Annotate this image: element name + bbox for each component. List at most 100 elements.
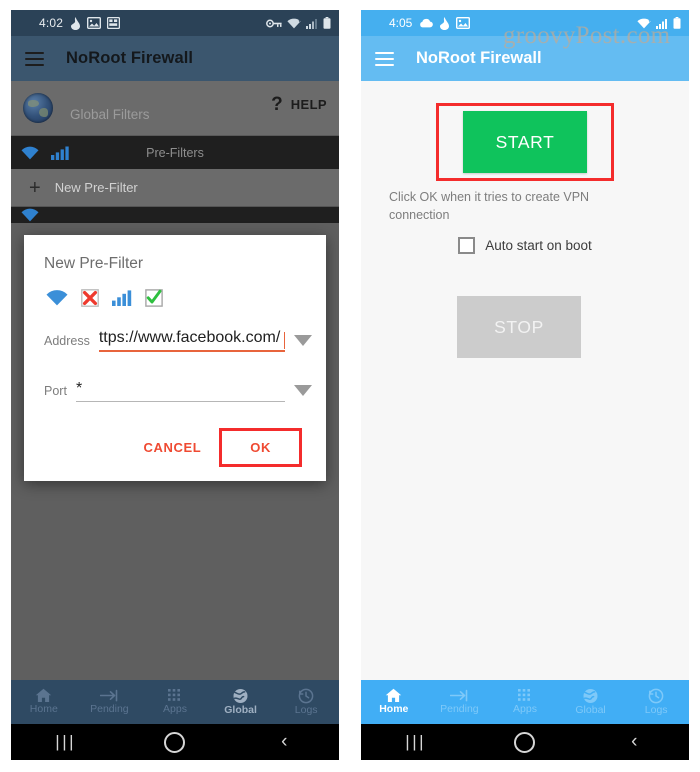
nav-label-pending: Pending xyxy=(440,703,479,716)
app-bar: NoRoot Firewall xyxy=(11,36,339,81)
status-right-icons xyxy=(266,17,331,29)
nav-item-logs[interactable]: Logs xyxy=(623,688,689,717)
home-button[interactable] xyxy=(470,731,579,753)
nav-label-global: Global xyxy=(224,703,257,716)
new-pre-filter-dialog: New Pre-Filter Address ttps://www.facebo… xyxy=(24,235,326,481)
nav-label-global: Global xyxy=(575,703,606,716)
port-input[interactable]: * xyxy=(75,380,285,402)
apps-grid-icon xyxy=(167,689,180,702)
dialog-actions: CANCEL OK xyxy=(24,402,326,481)
globe-icon xyxy=(23,93,53,123)
home-circle-icon xyxy=(514,731,536,753)
address-dropdown-icon[interactable] xyxy=(294,335,312,346)
auto-start-label: Auto start on boot xyxy=(485,238,592,253)
port-value: * xyxy=(75,380,285,402)
status-bar: 4:05 xyxy=(361,10,689,36)
app-title: NoRoot Firewall xyxy=(416,49,542,67)
status-time: 4:05 xyxy=(389,16,413,30)
nav-label-logs: Logs xyxy=(294,703,318,716)
port-label: Port xyxy=(44,384,67,398)
image-icon xyxy=(456,17,471,29)
address-field-row: Address ttps://www.facebook.com/ xyxy=(24,329,326,352)
cancel-button[interactable]: CANCEL xyxy=(130,431,216,464)
wifi-icon xyxy=(21,208,39,222)
signal-icon xyxy=(656,18,667,29)
nav-item-apps[interactable]: Apps xyxy=(492,688,558,716)
status-left-icons xyxy=(419,16,471,30)
status-time: 4:02 xyxy=(39,16,64,30)
nav-item-logs[interactable]: Logs xyxy=(273,688,339,717)
port-dropdown-icon[interactable] xyxy=(294,385,312,396)
pending-arrow-icon xyxy=(449,690,468,702)
pre-filters-header: Pre-Filters xyxy=(11,136,339,169)
status-left-icons xyxy=(70,16,121,30)
pre-filters-label: Pre-Filters xyxy=(146,145,204,160)
battery-icon xyxy=(323,17,331,29)
globe-icon xyxy=(233,688,248,703)
auto-start-checkbox[interactable] xyxy=(458,237,476,254)
nav-item-pending[interactable]: Pending xyxy=(77,688,143,716)
plus-icon: + xyxy=(29,176,41,199)
stop-button[interactable]: STOP xyxy=(457,296,581,358)
panel-divider xyxy=(350,0,351,772)
nav-item-apps[interactable]: Apps xyxy=(142,688,208,716)
nav-label-apps: Apps xyxy=(163,703,187,716)
help-label: HELP xyxy=(290,97,327,112)
back-button[interactable]: ‹ xyxy=(580,731,689,753)
hamburger-icon[interactable] xyxy=(25,51,44,66)
back-chevron-icon: ‹ xyxy=(281,731,288,752)
dialog-title: New Pre-Filter xyxy=(44,255,144,272)
question-mark-icon: ? xyxy=(271,94,283,115)
ok-button[interactable]: OK xyxy=(236,438,285,457)
back-button[interactable]: ‹ xyxy=(230,731,339,753)
recents-button[interactable]: ||| xyxy=(361,732,470,752)
global-filters-row[interactable]: Global Filters ? HELP xyxy=(11,81,339,136)
home-content: START Click OK when it tries to create V… xyxy=(361,81,689,692)
nav-item-global[interactable]: Global xyxy=(558,688,624,717)
right-phone-screen: 4:05 NoRoot Firewall groovyPost.com STAR… xyxy=(350,0,700,772)
nav-item-home[interactable]: Home xyxy=(361,688,427,716)
new-pre-filter-row[interactable]: + New Pre-Filter xyxy=(11,169,339,207)
nav-label-apps: Apps xyxy=(513,703,537,716)
wifi-icon[interactable] xyxy=(46,290,68,306)
dialog-icon-row xyxy=(24,273,326,307)
red-x-icon[interactable] xyxy=(81,289,99,307)
image-icon xyxy=(87,17,102,29)
auto-start-row[interactable]: Auto start on boot xyxy=(361,237,689,254)
status-bar: 4:02 xyxy=(11,10,339,36)
dual-phone-screenshot: 4:02 NoRoot Firewall Global Filters ? HE… xyxy=(0,0,700,772)
app-bar: NoRoot Firewall xyxy=(361,36,689,81)
help-button[interactable]: ? HELP xyxy=(271,95,327,114)
flame-icon xyxy=(71,16,81,30)
battery-icon xyxy=(673,17,681,29)
nav-label-home: Home xyxy=(379,703,409,716)
text-caret xyxy=(284,332,285,349)
home-button[interactable] xyxy=(120,731,229,753)
bottom-navigation: Home Pending Apps Global Logs xyxy=(11,680,339,724)
recents-icon: ||| xyxy=(55,732,77,751)
port-field-row: Port * xyxy=(24,380,326,402)
home-circle-icon xyxy=(164,731,186,753)
hamburger-icon[interactable] xyxy=(375,51,394,66)
signal-bars-icon[interactable] xyxy=(112,290,132,306)
nav-label-home: Home xyxy=(29,703,58,716)
recents-button[interactable]: ||| xyxy=(11,732,120,752)
new-pre-filter-label: New Pre-Filter xyxy=(54,180,138,195)
vpn-instruction-text: Click OK when it tries to create VPN con… xyxy=(389,190,590,222)
nav-item-global[interactable]: Global xyxy=(208,688,274,717)
left-phone-viewport: 4:02 NoRoot Firewall Global Filters ? HE… xyxy=(11,10,339,760)
history-clock-icon xyxy=(298,688,314,704)
nav-item-pending[interactable]: Pending xyxy=(427,688,493,716)
nav-item-home[interactable]: Home xyxy=(11,688,77,716)
home-icon xyxy=(386,689,402,703)
secondary-filters-header xyxy=(11,207,339,223)
address-value: ttps://www.facebook.com/ xyxy=(98,329,285,352)
address-input[interactable]: ttps://www.facebook.com/ xyxy=(98,329,285,352)
status-right-icons xyxy=(637,17,681,29)
wifi-icon xyxy=(287,18,301,28)
cloud-icon xyxy=(420,18,434,28)
green-check-icon[interactable] xyxy=(145,289,163,307)
history-clock-icon xyxy=(648,688,664,704)
apps-icon xyxy=(107,17,121,29)
start-button[interactable]: START xyxy=(463,111,587,173)
